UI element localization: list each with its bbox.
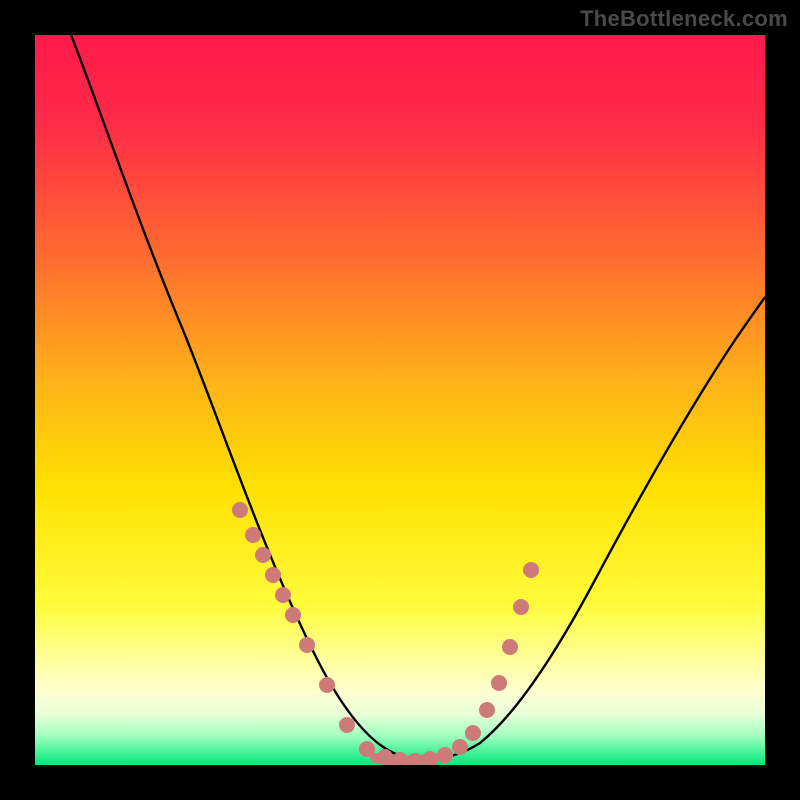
chart-background	[35, 35, 765, 765]
plot-area	[35, 35, 765, 765]
watermark-text: TheBottleneck.com	[580, 6, 788, 32]
chart-container: TheBottleneck.com	[0, 0, 800, 800]
chart-svg	[35, 35, 765, 765]
